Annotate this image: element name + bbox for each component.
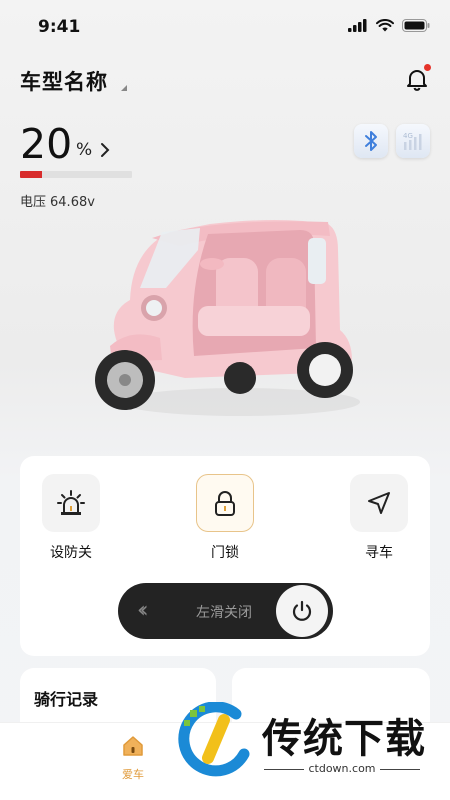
ctdown-logo xyxy=(178,702,250,777)
slider-text: 左滑关闭 xyxy=(196,605,252,621)
voltage-label: 电压 xyxy=(20,195,47,210)
double-chevron-left-icon: ‹‹ xyxy=(137,598,148,623)
bluetooth-button[interactable] xyxy=(354,124,388,158)
arm-alarm-label: 设防关 xyxy=(50,545,92,561)
alarm-siren-icon xyxy=(57,490,85,515)
notification-dot xyxy=(424,64,431,71)
status-bar: 9:41 xyxy=(0,0,450,54)
home-icon xyxy=(123,736,143,756)
wifi-icon xyxy=(376,19,394,32)
network-status-button[interactable]: 4G xyxy=(396,124,430,158)
chevron-right-icon[interactable] xyxy=(98,141,112,159)
voltage-value: 64.68v xyxy=(50,195,95,210)
door-lock-button[interactable] xyxy=(196,474,254,532)
door-lock-label: 门锁 xyxy=(211,545,239,561)
tab-my-car[interactable] xyxy=(113,733,153,763)
battery-percent-unit: % xyxy=(76,140,93,160)
locate-arrow-icon xyxy=(368,492,390,514)
watermark-url-rule-right xyxy=(380,769,420,770)
find-vehicle-button[interactable] xyxy=(350,474,408,532)
watermark-text: 传统下载 xyxy=(262,716,426,762)
vehicle-model-name[interactable]: 车型名称 xyxy=(20,66,108,96)
ride-records-title: 骑行记录 xyxy=(34,690,99,709)
cellular-signal-icon xyxy=(348,19,367,32)
power-icon xyxy=(292,600,312,621)
power-knob[interactable] xyxy=(276,585,328,637)
vehicle-image xyxy=(95,220,360,416)
status-icons xyxy=(348,19,430,32)
battery-level-fill xyxy=(20,171,43,178)
status-time: 9:41 xyxy=(38,17,81,37)
find-vehicle-label: 寻车 xyxy=(365,545,393,561)
model-dropdown-caret-icon[interactable] xyxy=(121,85,127,91)
4g-signal-icon: 4G xyxy=(403,132,422,150)
battery-percent-value[interactable]: 20 xyxy=(20,120,72,168)
network-label: 4G xyxy=(403,132,413,140)
battery-status-icon xyxy=(402,19,430,32)
bluetooth-icon xyxy=(365,131,377,151)
voltage-readout: 电压 64.68v xyxy=(20,191,95,210)
tab-my-car-label: 爱车 xyxy=(122,768,144,781)
battery-level-bar xyxy=(20,171,132,178)
arm-alarm-button[interactable] xyxy=(42,474,100,532)
lock-icon xyxy=(215,491,235,516)
